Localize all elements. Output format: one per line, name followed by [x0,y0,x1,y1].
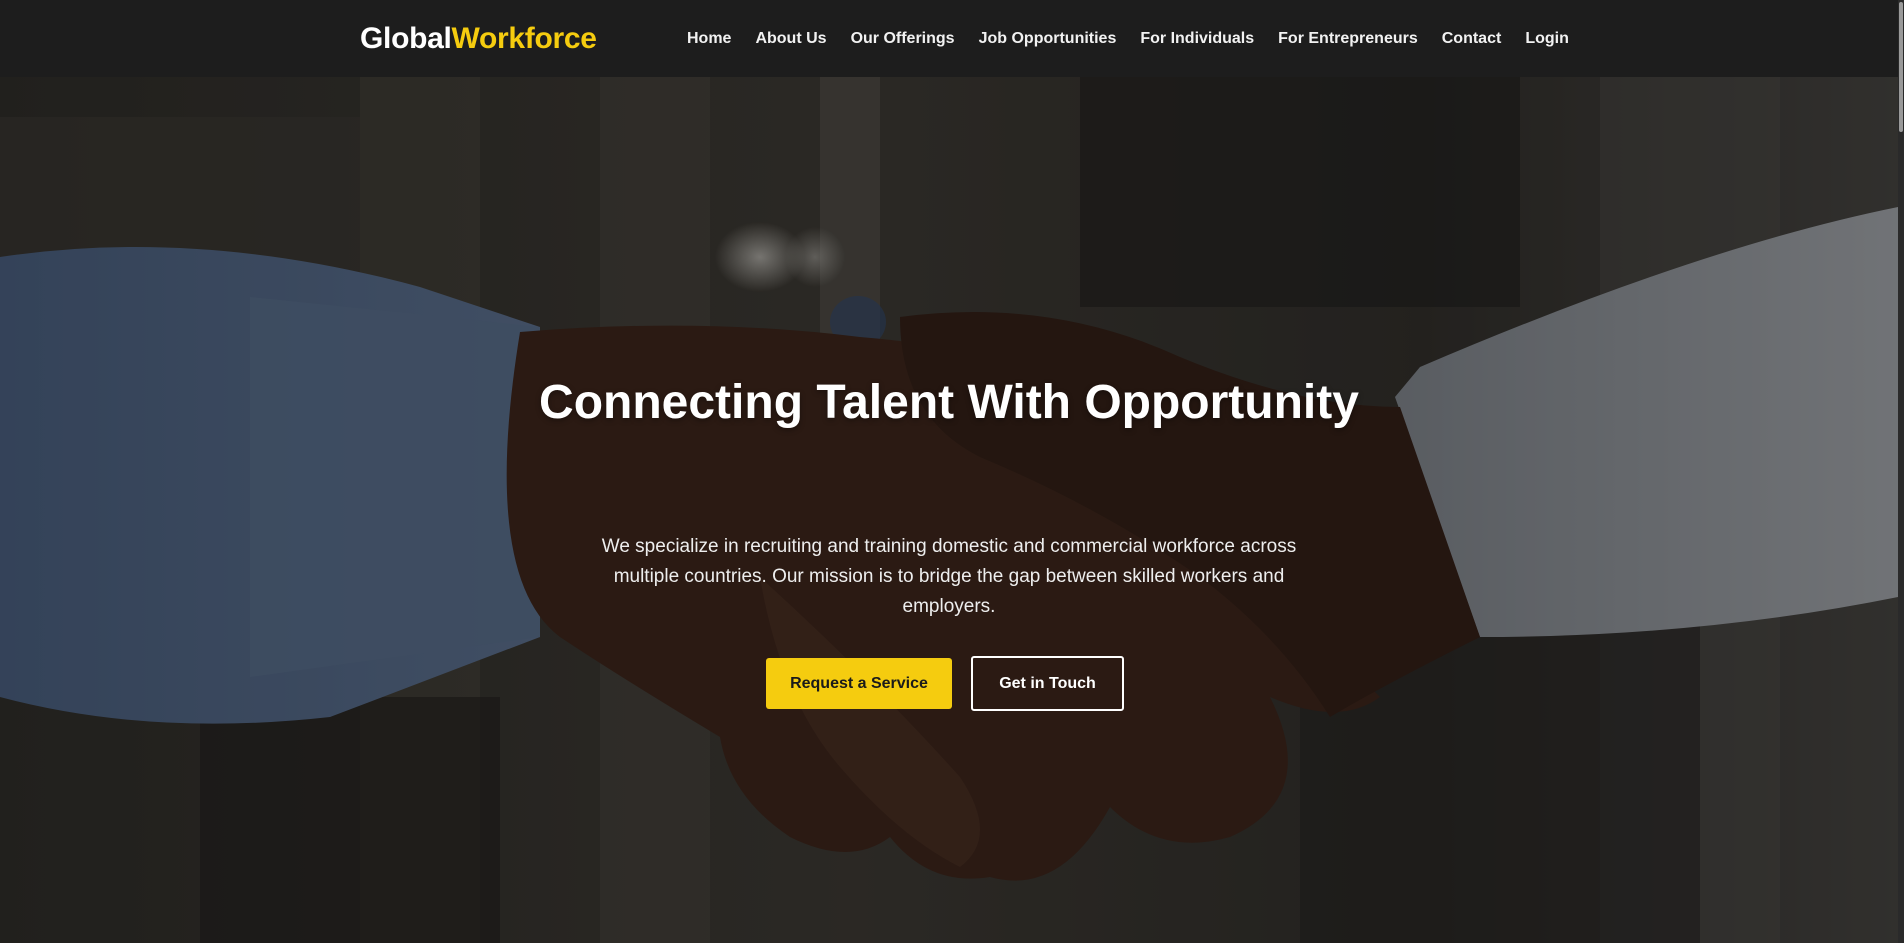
page-scrollbar[interactable] [1898,0,1904,943]
hero-dark-overlay [0,77,1898,943]
nav-login[interactable]: Login [1525,28,1569,50]
get-in-touch-button[interactable]: Get in Touch [971,656,1124,711]
hero-description: We specialize in recruiting and training… [601,536,1297,617]
nav-for-entrepreneurs[interactable]: For Entrepreneurs [1278,28,1418,50]
nav-job-opportunities[interactable]: Job Opportunities [979,28,1117,50]
nav-contact[interactable]: Contact [1442,28,1502,50]
hero-section: Connecting Talent With Opportunity We sp… [0,77,1898,943]
brand-name-part1: Global [360,22,452,55]
nav-about-us[interactable]: About Us [755,28,826,50]
brand-logo[interactable]: GlobalWorkforce [360,19,597,59]
brand-name-part2: Workforce [451,22,597,55]
main-nav: Home About Us Our Offerings Job Opportun… [687,28,1593,50]
nav-for-individuals[interactable]: For Individuals [1140,28,1254,50]
request-service-button[interactable]: Request a Service [766,658,952,709]
nav-home[interactable]: Home [687,28,731,50]
hero-title: Connecting Talent With Opportunity [539,376,1359,429]
top-navbar: GlobalWorkforce Home About Us Our Offeri… [0,0,1904,77]
scrollbar-thumb[interactable] [1899,2,1903,132]
nav-our-offerings[interactable]: Our Offerings [851,28,955,50]
